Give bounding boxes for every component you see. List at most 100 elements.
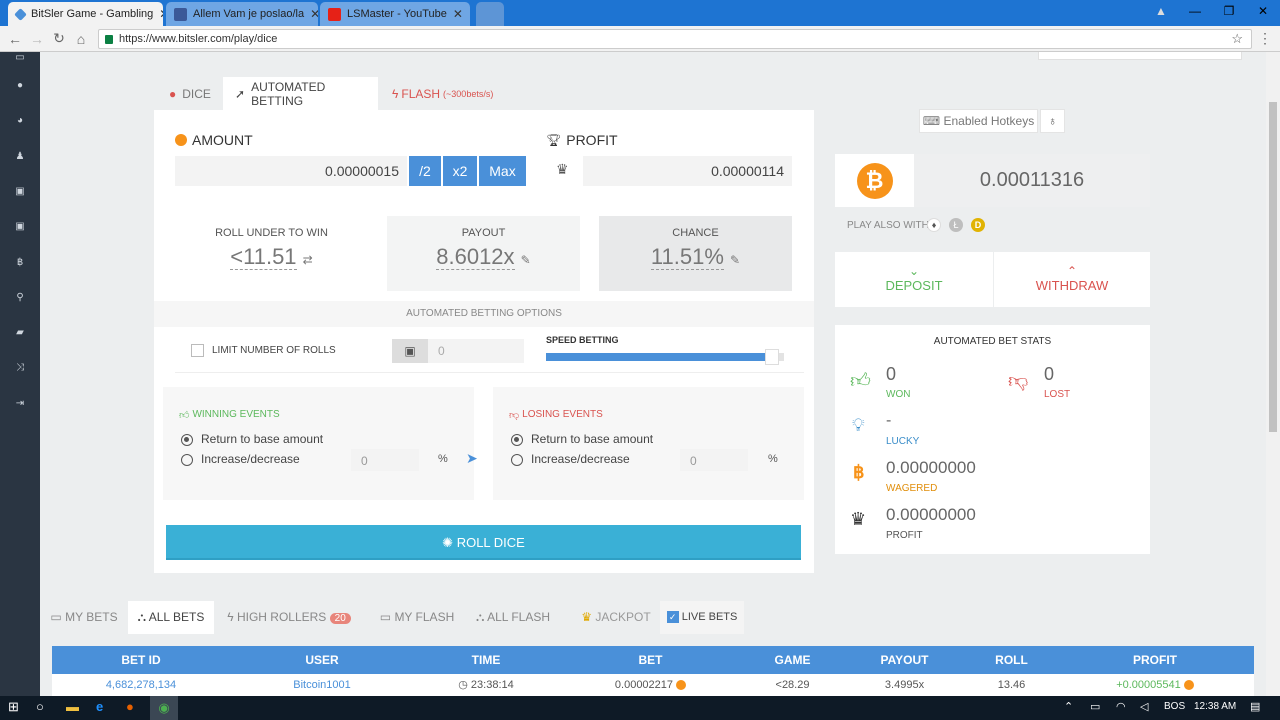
winning-percent-input[interactable]: 0 (351, 449, 419, 471)
browser-tab-facebook[interactable]: Allem Vam je poslao/la ✕ (166, 2, 318, 26)
tab-jackpot[interactable]: ♛ JACKPOT (574, 601, 658, 634)
cell-user[interactable]: Bitcoin1001 (230, 677, 414, 693)
tab-dice[interactable]: ● DICE (155, 77, 223, 110)
col-bet-id[interactable]: BET ID (52, 646, 230, 674)
menu-icon[interactable]: ⋮ (1254, 30, 1276, 47)
litecoin-icon[interactable]: Ł (949, 218, 963, 232)
chance-box[interactable]: CHANCE 11.51% ✎ (599, 216, 792, 291)
shuffle-icon[interactable]: ⤨ (0, 362, 40, 373)
losing-increase-option[interactable]: Increase/decrease (511, 452, 630, 466)
tab-all-flash[interactable]: ⛬ ALL FLASH (466, 601, 560, 634)
url-field[interactable]: https://www.bitsler.com/play/dice ☆ (98, 29, 1252, 49)
new-tab-button[interactable] (476, 2, 504, 26)
col-bet[interactable]: BET (558, 646, 743, 674)
double-button[interactable]: x2 (443, 156, 477, 186)
radio-checked[interactable] (181, 433, 193, 446)
browser-tab-youtube[interactable]: LSMaster - YouTube ✕ (320, 2, 470, 26)
amount-input[interactable]: 0.00000015 (175, 156, 407, 186)
home-icon[interactable]: ⌂ (70, 31, 92, 47)
volume-icon[interactable]: ◁ (1140, 700, 1148, 713)
dice-icon: ● (169, 86, 177, 101)
speed-slider[interactable] (546, 353, 784, 361)
profit-input[interactable]: 0.00000114 (583, 156, 792, 186)
bitcoin-nav-icon[interactable]: ฿ (0, 257, 40, 268)
col-payout[interactable]: PAYOUT (842, 646, 967, 674)
max-button[interactable]: Max (479, 156, 526, 186)
payout-box[interactable]: PAYOUT 8.6012x ✎ (387, 216, 580, 291)
edge-icon[interactable]: e (96, 699, 103, 714)
losing-percent-input[interactable]: 0 (680, 449, 748, 471)
roll-under-box[interactable]: ROLL UNDER TO WIN <11.51 ⇄ (175, 216, 368, 291)
limit-rolls-checkbox[interactable] (191, 344, 204, 357)
cortana-icon[interactable]: ○ (36, 699, 44, 714)
cell-bet-id[interactable]: 4,682,278,134 (52, 677, 230, 693)
tab-flash[interactable]: ϟ FLASH (~300bets/s) (380, 77, 504, 110)
chevron-up-icon: ⌃ (1066, 264, 1078, 278)
tab-automated-betting[interactable]: ➚ AUTOMATED BETTING (223, 77, 378, 110)
reload-icon[interactable]: ↻ (48, 30, 70, 47)
user-icon[interactable]: ● (0, 80, 40, 91)
tab-high-rollers[interactable]: ϟ HIGH ROLLERS 20 (224, 601, 354, 634)
tab-all-bets[interactable]: ⛬ ALL BETS (128, 601, 214, 634)
tray-chevron-icon[interactable]: ⌃ (1064, 700, 1073, 713)
pencil-icon[interactable]: ✎ (730, 253, 740, 267)
col-profit[interactable]: PROFIT (1056, 646, 1254, 674)
search-icon[interactable]: ⚲ (0, 292, 40, 303)
tab-my-flash[interactable]: ▭ MY FLASH (370, 601, 464, 634)
live-bets-toggle[interactable]: ✓ LIVE BETS (660, 601, 744, 634)
col-user[interactable]: USER (230, 646, 414, 674)
hotkeys-button[interactable]: ⌨ Enabled Hotkeys (919, 109, 1038, 133)
forward-icon[interactable]: → (26, 31, 48, 47)
losing-return-option[interactable]: Return to base amount (511, 432, 653, 446)
wifi-icon[interactable]: ◠ (1116, 700, 1126, 713)
box2-icon[interactable]: ▣ (0, 221, 40, 232)
swap-icon[interactable]: ⇄ (303, 253, 313, 267)
clock-time[interactable]: 12:38 AM (1194, 701, 1236, 712)
firefox-icon[interactable]: ● (126, 699, 134, 714)
scrollbar-thumb[interactable] (1269, 102, 1277, 432)
chrome-icon[interactable]: ◉ (150, 696, 178, 720)
tab-close-icon[interactable]: ✕ (310, 7, 318, 21)
radio-unchecked[interactable] (181, 453, 193, 466)
radio-checked[interactable] (511, 433, 523, 446)
restore-icon[interactable]: ❐ (1212, 0, 1246, 22)
bookmark-star-icon[interactable]: ☆ (1231, 31, 1243, 47)
pencil-icon[interactable]: ✎ (521, 253, 531, 267)
bulb-icon[interactable]: ♁ (1040, 109, 1065, 133)
logout-icon[interactable]: ⇥ (0, 398, 40, 409)
halve-button[interactable]: /2 (409, 156, 441, 186)
dogecoin-icon[interactable]: D (971, 218, 985, 232)
tab-close-icon[interactable]: ✕ (453, 7, 463, 21)
notifications-icon[interactable]: ▤ (1250, 700, 1260, 713)
page-scrollbar[interactable] (1266, 52, 1280, 696)
deposit-button[interactable]: ⌄ DEPOSIT (835, 252, 993, 307)
ethereum-icon[interactable]: ♦ (927, 218, 941, 232)
radio-unchecked[interactable] (511, 453, 523, 466)
windows-start-icon[interactable]: ⊞ (8, 699, 19, 715)
winning-return-option[interactable]: Return to base amount (181, 432, 323, 446)
col-time[interactable]: TIME (414, 646, 558, 674)
sidebar-item-top[interactable]: ▭ (0, 52, 40, 63)
browser-tab-bitsler[interactable]: BitSler Game - Gambling ✕ (8, 2, 163, 26)
users-icon[interactable]: ♟ (0, 151, 40, 162)
box-icon[interactable]: ▣ (0, 186, 40, 197)
language-indicator[interactable]: BOS (1164, 701, 1185, 712)
book-icon[interactable]: ▰ (0, 327, 40, 338)
user-icon[interactable]: ▲ (1144, 0, 1178, 22)
tab-my-bets[interactable]: ▭ MY BETS (40, 601, 128, 634)
speed-slider-handle[interactable] (765, 349, 779, 365)
file-explorer-icon[interactable]: ▬ (66, 699, 79, 714)
back-icon[interactable]: ← (4, 31, 26, 47)
col-game[interactable]: GAME (743, 646, 842, 674)
battery-icon[interactable]: ▭ (1090, 700, 1100, 713)
pie-chart-icon[interactable]: ◕ (0, 115, 40, 126)
checkbox-checked-icon[interactable]: ✓ (666, 611, 679, 624)
roll-dice-button[interactable]: ✺ ROLL DICE (166, 525, 801, 560)
tab-close-icon[interactable]: ✕ (159, 7, 163, 21)
col-roll[interactable]: ROLL (967, 646, 1056, 674)
withdraw-button[interactable]: ⌃ WITHDRAW (994, 252, 1150, 307)
limit-rolls-input[interactable]: 0 (428, 339, 524, 363)
minimize-icon[interactable]: — (1178, 0, 1212, 22)
close-window-icon[interactable]: ✕ (1246, 0, 1280, 22)
winning-increase-option[interactable]: Increase/decrease (181, 452, 300, 466)
